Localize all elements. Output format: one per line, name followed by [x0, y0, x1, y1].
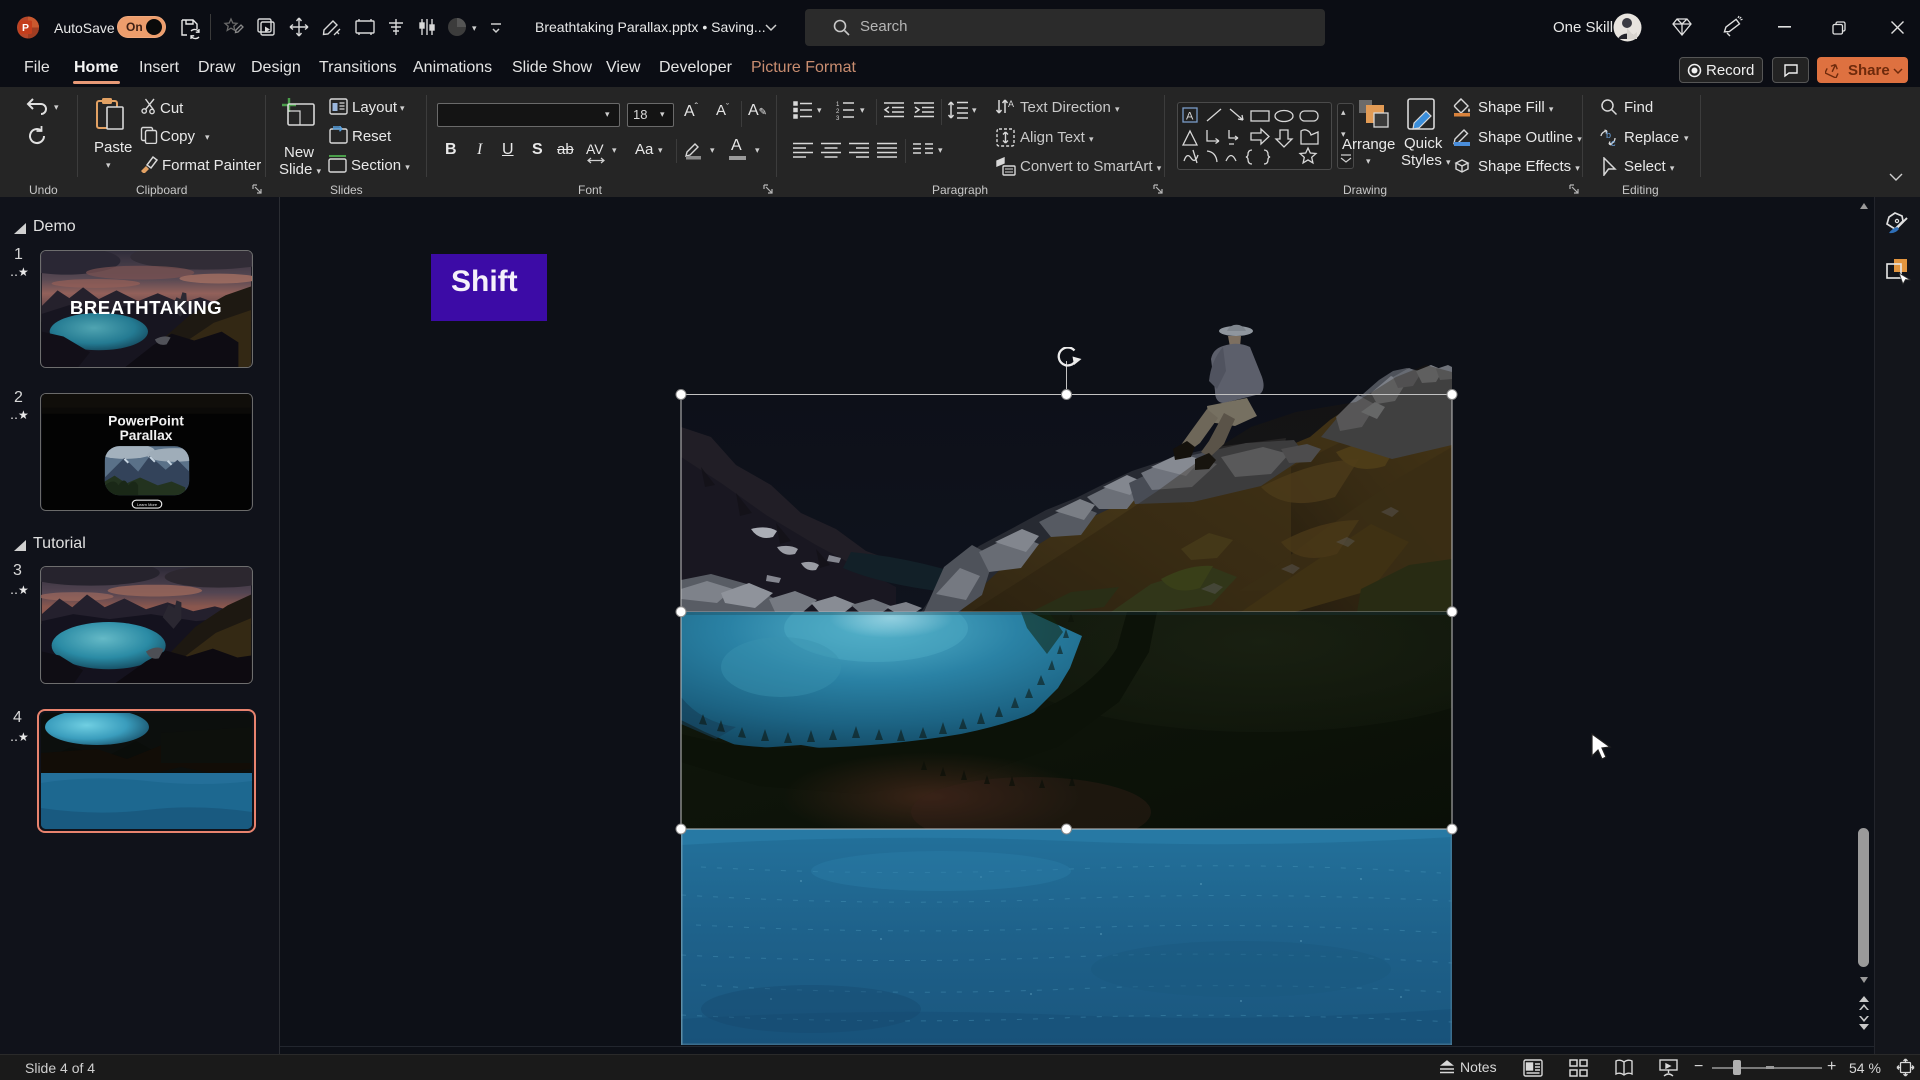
- svg-text:1: 1: [836, 102, 840, 108]
- svg-text:A: A: [1008, 99, 1014, 109]
- svg-text:Learn More: Learn More: [137, 502, 157, 507]
- svg-text:PowerPoint: PowerPoint: [108, 413, 184, 428]
- svg-text:BREATHTAKING: BREATHTAKING: [70, 297, 222, 318]
- svg-text:Parallax: Parallax: [120, 428, 173, 443]
- svg-text:c: c: [1611, 138, 1616, 147]
- svg-text:2: 2: [836, 109, 840, 115]
- svg-text:P: P: [22, 22, 29, 34]
- svg-text:3: 3: [836, 116, 840, 120]
- svg-text:A: A: [1186, 111, 1194, 123]
